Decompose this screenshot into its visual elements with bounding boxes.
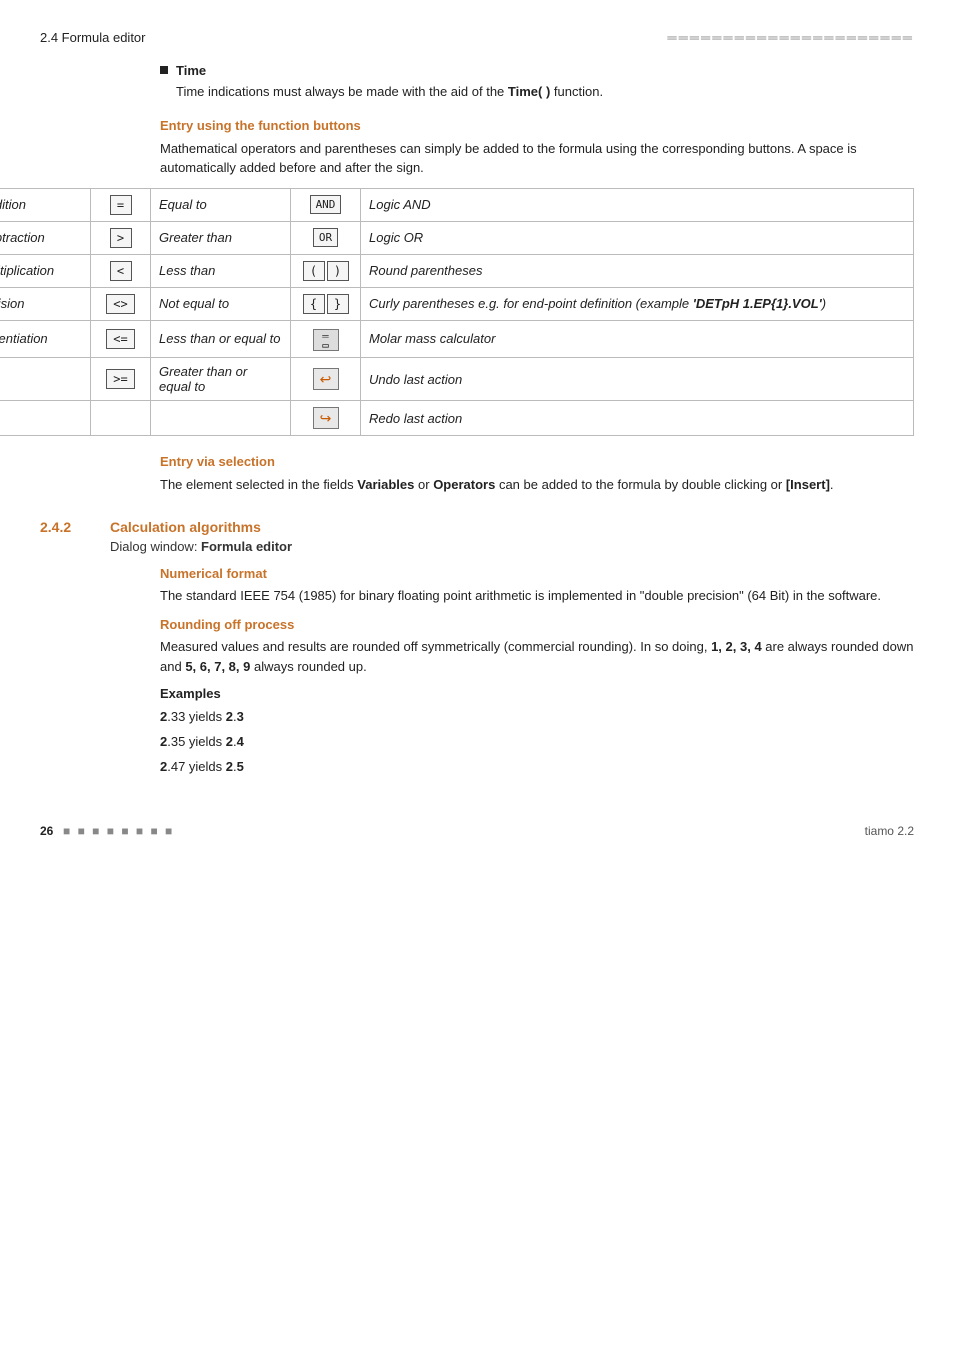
empty-cell-4 [0,401,91,436]
label-redo: Redo last action [361,401,914,436]
table-row: >= Greater than or equal to ↩ Undo last … [0,358,914,401]
bullet-icon [160,66,168,74]
examples-heading: Examples [160,686,914,701]
section-title: Calculation algorithms [110,519,261,535]
empty-cell-2 [0,358,91,401]
table-row: × Multiplication < Less than () Round pa… [0,254,914,287]
example-1: 2.33 yields 2.3 [160,707,914,728]
label-less: Less than [151,254,291,287]
btn-round-paren[interactable]: () [291,254,361,287]
time-heading-row: Time [160,63,914,78]
example-2: 2.35 yields 2.4 [160,732,914,753]
numerical-format-section: Numerical format The standard IEEE 754 (… [160,566,914,606]
numerical-format-body: The standard IEEE 754 (1985) for binary … [160,586,914,606]
rounding-body: Measured values and results are rounded … [160,637,914,676]
entry-selection-heading: Entry via selection [160,454,914,469]
label-lte: Less than or equal to [151,320,291,358]
table-row: + Addition = Equal to AND Logic AND [0,188,914,221]
numerical-format-heading: Numerical format [160,566,914,581]
time-body: Time indications must always be made wit… [176,82,914,102]
btn-notequal[interactable]: <> [91,287,151,320]
label-multiply: Multiplication [0,254,91,287]
label-notequal: Not equal to [151,287,291,320]
rounding-section: Rounding off process Measured values and… [160,617,914,777]
label-potentiation: Potentiation [0,320,91,358]
time-section: Time Time indications must always be mad… [160,63,914,102]
btn-or[interactable]: OR [291,221,361,254]
operator-table: + Addition = Equal to AND Logic AND − Su… [0,188,914,437]
page-header: 2.4 Formula editor ═════════════════════… [40,30,914,45]
empty-cell-6 [151,401,291,436]
page-number: 26 [40,824,53,838]
label-molar: Molar mass calculator [361,320,914,358]
footer-product: tiamo 2.2 [865,824,914,838]
footer-dots: ■ ■ ■ ■ ■ ■ ■ ■ [63,824,174,838]
label-undo: Undo last action [361,358,914,401]
table-row: f Division <> Not equal to {} Curly pare… [0,287,914,320]
rounding-heading: Rounding off process [160,617,914,632]
label-equal: Equal to [151,188,291,221]
btn-molar[interactable]: ═ ▭ [291,320,361,358]
label-division: Division [0,287,91,320]
section-242-header: 2.4.2 Calculation algorithms [40,519,914,535]
page-footer: 26 ■ ■ ■ ■ ■ ■ ■ ■ tiamo 2.2 [40,817,914,838]
btn-greater[interactable]: > [91,221,151,254]
time-heading: Time [176,63,206,78]
label-or: Logic OR [361,221,914,254]
table-row: ↪ Redo last action [0,401,914,436]
btn-curly-paren[interactable]: {} [291,287,361,320]
btn-undo[interactable]: ↩ [291,358,361,401]
label-gte: Greater than or equal to [151,358,291,401]
label-greater: Greater than [151,221,291,254]
section-number: 2.4.2 [40,519,90,535]
section-242: 2.4.2 Calculation algorithms Dialog wind… [40,519,914,778]
label-addition: Addition [0,188,91,221]
example-3: 2.47 yields 2.5 [160,757,914,778]
btn-gte[interactable]: >= [91,358,151,401]
btn-and[interactable]: AND [291,188,361,221]
btn-redo[interactable]: ↪ [291,401,361,436]
btn-less[interactable]: < [91,254,151,287]
empty-cell-5 [91,401,151,436]
btn-equal[interactable]: = [91,188,151,221]
dialog-ref: Dialog window: Formula editor [110,539,914,554]
page-wrapper: 2.4 Formula editor ═════════════════════… [40,30,914,838]
entry-function-section: Entry using the function buttons Mathema… [160,118,914,178]
entry-selection-body: The element selected in the fields Varia… [160,475,914,495]
label-and: Logic AND [361,188,914,221]
entry-function-heading: Entry using the function buttons [160,118,914,133]
entry-selection-section: Entry via selection The element selected… [160,454,914,495]
header-left: 2.4 Formula editor [40,30,146,45]
entry-function-body: Mathematical operators and parentheses c… [160,139,914,178]
header-right: ══════════════════════ [667,30,914,45]
label-subtraction: Subtraction [0,221,91,254]
label-curly-paren: Curly parentheses e.g. for end-point def… [361,287,914,320]
label-round-paren: Round parentheses [361,254,914,287]
table-row: − Subtraction > Greater than OR Logic OR [0,221,914,254]
btn-lte[interactable]: <= [91,320,151,358]
table-row: ∧ Potentiation <= Less than or equal to … [0,320,914,358]
footer-left: 26 ■ ■ ■ ■ ■ ■ ■ ■ [40,823,174,838]
